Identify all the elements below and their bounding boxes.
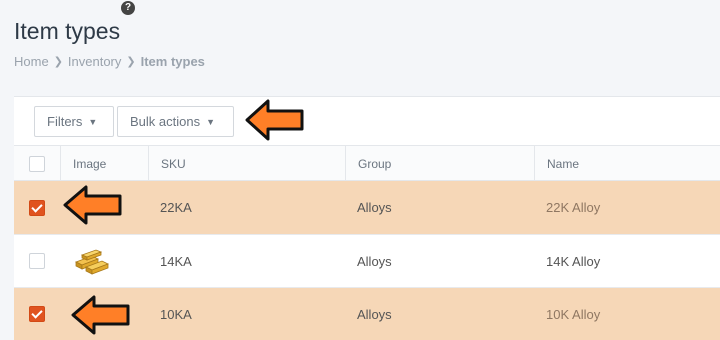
page-title: Item types <box>14 18 121 44</box>
breadcrumb-inventory[interactable]: Inventory <box>68 54 121 69</box>
group-cell: Alloys <box>357 253 392 269</box>
column-header-image[interactable]: Image <box>60 146 148 181</box>
select-all-cell <box>14 146 60 181</box>
row-checkbox[interactable] <box>29 199 45 216</box>
filters-label: Filters <box>47 114 83 129</box>
annotation-arrow-left-icon <box>63 185 122 225</box>
sku-cell: 14KA <box>160 253 192 269</box>
column-header-sku[interactable]: SKU <box>148 146 345 181</box>
annotation-arrow-left-icon <box>71 295 130 335</box>
name-cell[interactable]: 14K Alloy <box>534 235 720 287</box>
table-row[interactable]: 14KA Alloys 14K Alloy <box>14 235 720 288</box>
bulk-actions-label: Bulk actions <box>130 114 201 129</box>
row-select-cell <box>14 235 60 287</box>
annotation-arrow-left-icon <box>245 99 304 141</box>
row-select-cell <box>14 181 60 234</box>
name-cell[interactable]: 22K Alloy <box>534 181 720 234</box>
sku-cell: 22KA <box>160 200 192 215</box>
filters-button[interactable]: Filters ▼ <box>34 106 114 137</box>
breadcrumb: Home ❯ Inventory ❯ Item types <box>14 54 205 69</box>
select-all-checkbox[interactable] <box>29 155 45 172</box>
row-checkbox[interactable] <box>29 306 45 322</box>
breadcrumb-home[interactable]: Home <box>14 54 49 69</box>
group-cell: Alloys <box>357 306 392 322</box>
table-toolbar: Filters ▼ Bulk actions ▼ <box>14 97 720 146</box>
column-header-name[interactable]: Name <box>534 146 720 181</box>
table-header: Image SKU Group Name <box>14 146 720 181</box>
caret-down-icon: ▼ <box>88 116 98 127</box>
bulk-actions-button[interactable]: Bulk actions ▼ <box>117 106 234 137</box>
chevron-right-icon: ❯ <box>53 56 63 68</box>
sku-cell: 10KA <box>160 306 192 322</box>
name-cell[interactable]: 10K Alloy <box>534 288 720 340</box>
breadcrumb-current: Item types <box>140 54 205 69</box>
gold-bars-thumbnail <box>75 249 109 275</box>
image-cell <box>60 235 148 287</box>
chevron-right-icon: ❯ <box>126 56 136 68</box>
help-icon[interactable]: ? <box>121 1 135 15</box>
row-checkbox[interactable] <box>29 253 45 269</box>
group-cell: Alloys <box>357 200 392 215</box>
caret-down-icon: ▼ <box>206 116 216 127</box>
column-header-group[interactable]: Group <box>345 146 534 181</box>
row-select-cell <box>14 288 60 340</box>
